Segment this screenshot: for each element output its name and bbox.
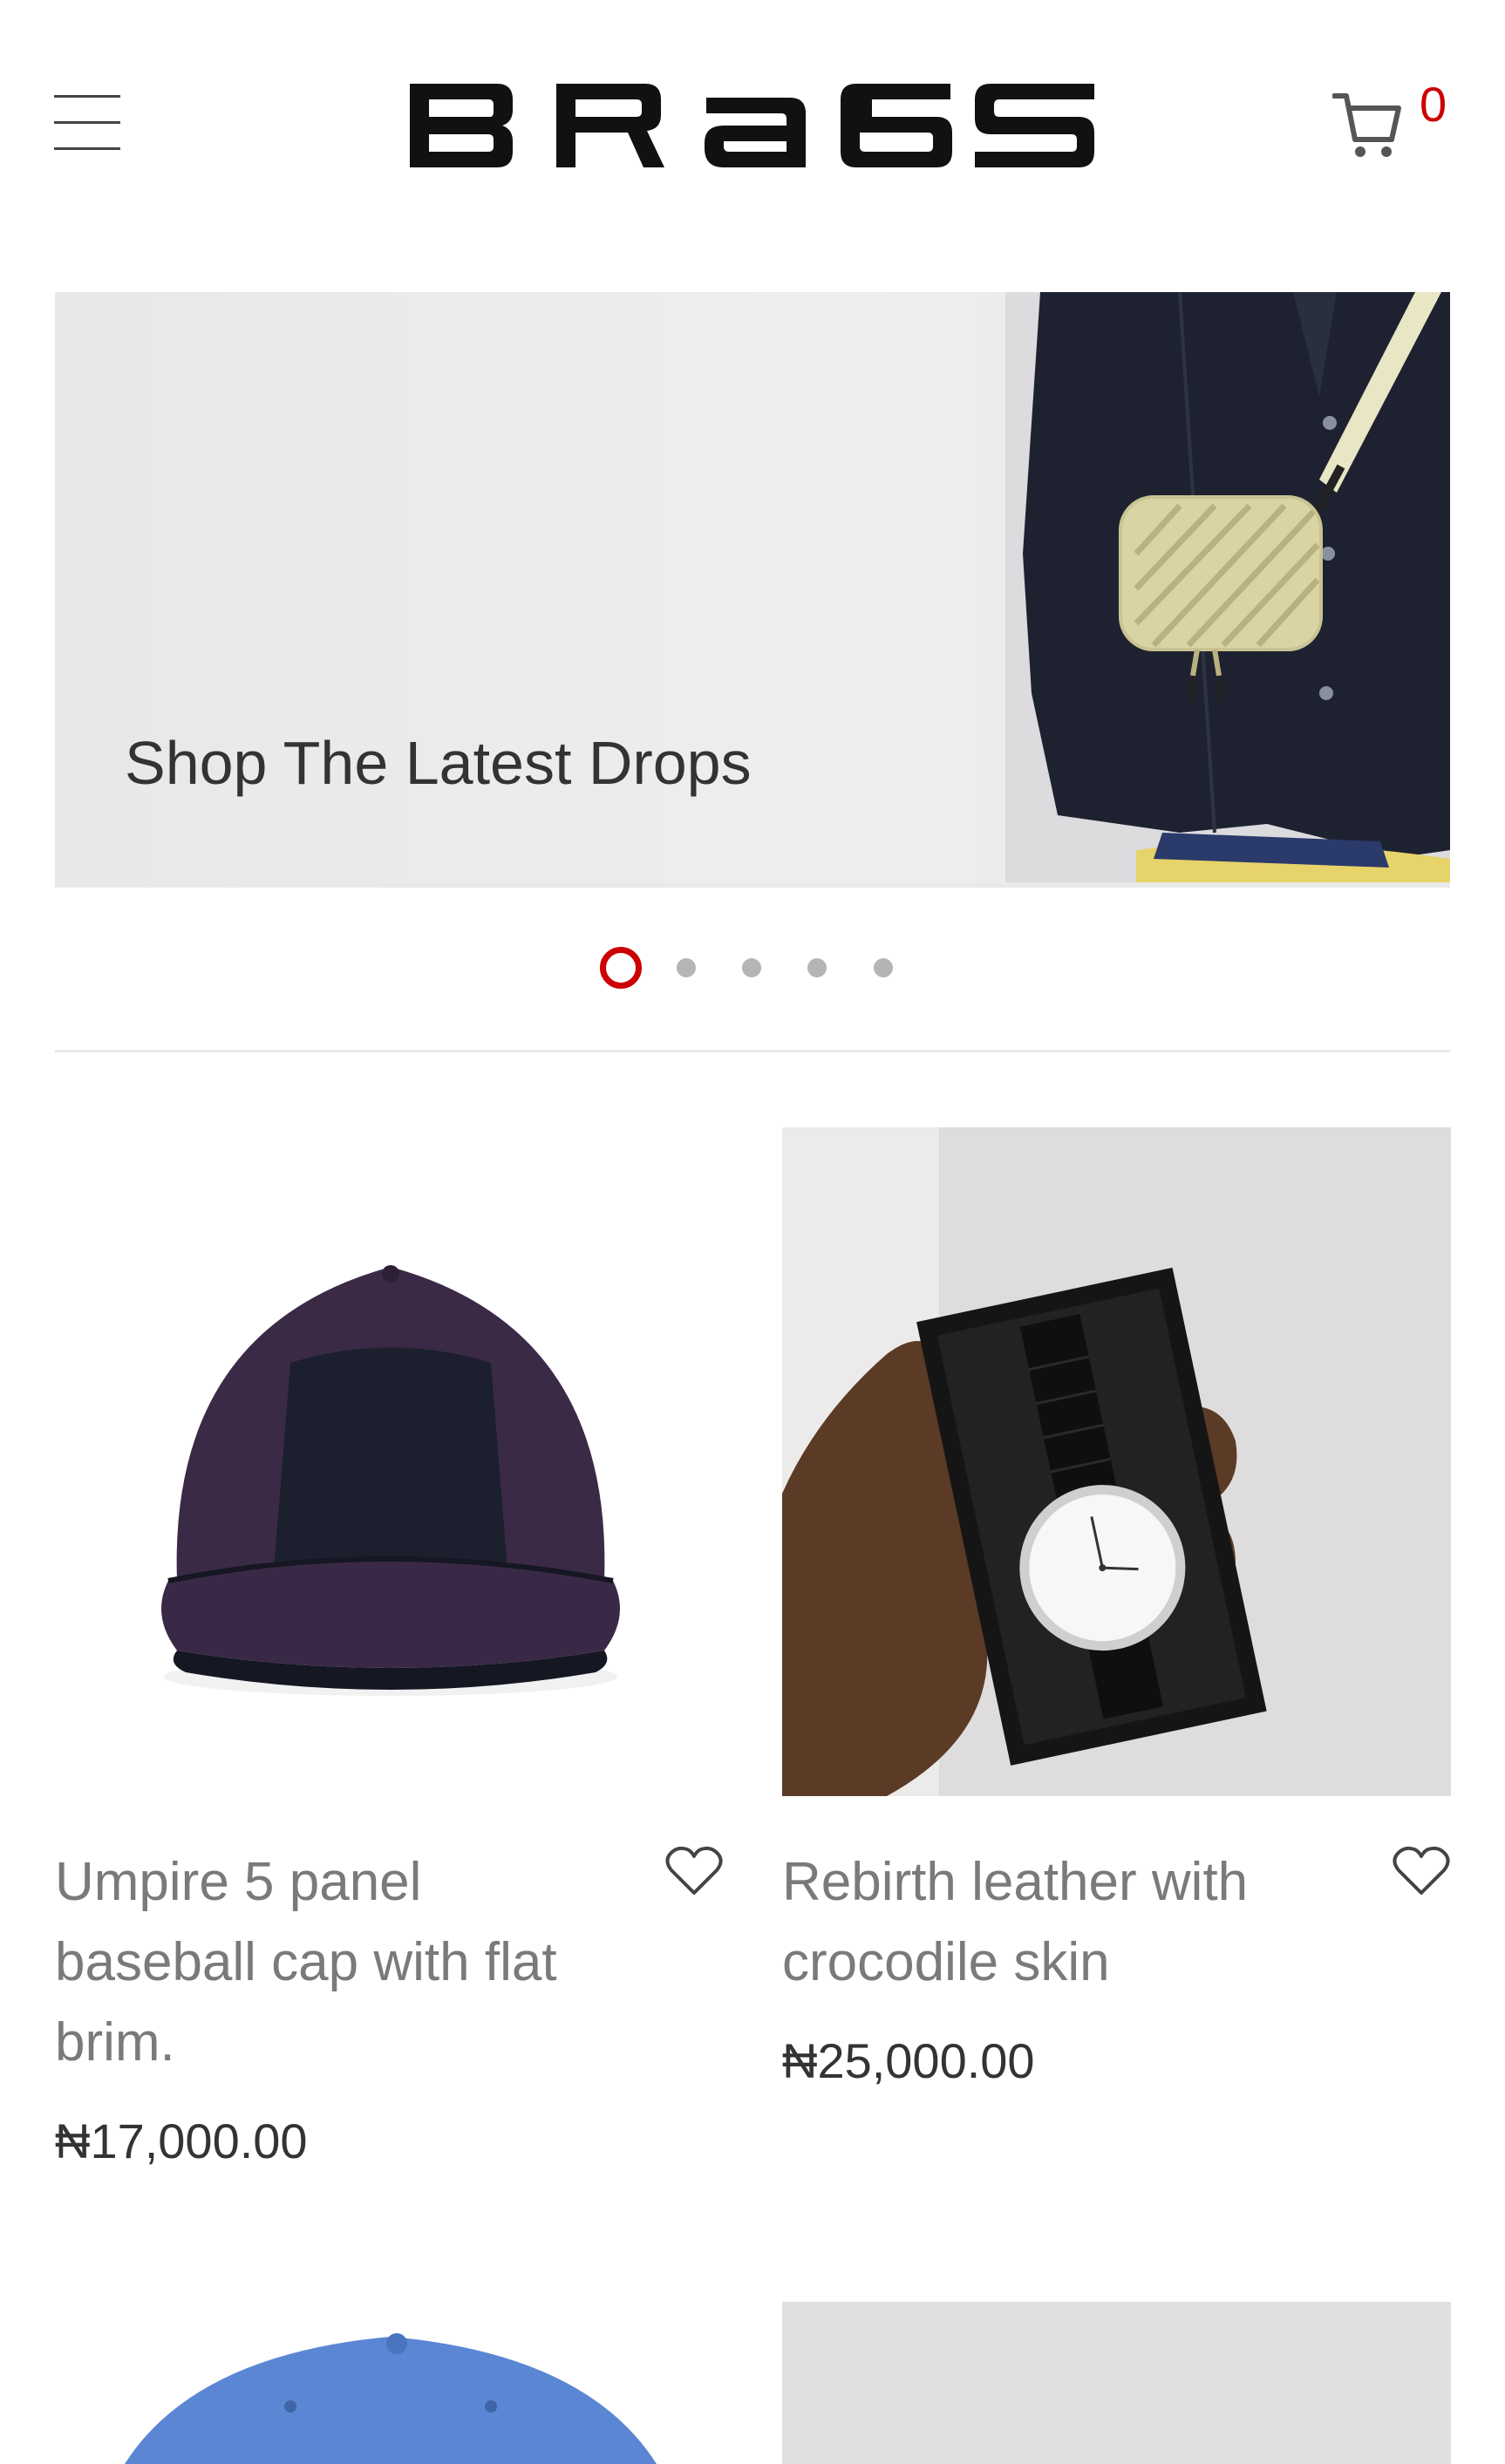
brags-logo[interactable] [410,80,1094,171]
hero-banner[interactable]: Shop The Latest Drops [55,292,1450,882]
product-name[interactable]: Rebirth leather with crocodile skin [782,1842,1340,2003]
product-image[interactable] [55,1127,724,1796]
carousel-dot-5[interactable] [874,958,893,977]
product-price: ₦25,000.00 [782,2033,1035,2088]
hamburger-menu-icon[interactable] [54,92,122,153]
heart-icon[interactable] [1392,1844,1451,1898]
hero-image [1005,292,1450,882]
product-image[interactable] [782,1127,1451,1796]
hero-title: Shop The Latest Drops [125,729,752,797]
header: 0 [0,0,1505,253]
carousel-dot-4[interactable] [807,958,827,977]
hero-divider [55,882,1450,888]
product-name[interactable]: Umpire 5 panel baseball cap with flat br… [55,1842,613,2083]
product-card[interactable] [782,2302,1451,2464]
carousel-dot-1[interactable] [600,947,642,989]
product-price: ₦17,000.00 [55,2113,308,2168]
page: 0 Shop The Latest Drops Umpire 5 panel b… [0,0,1505,2464]
product-card[interactable] [55,2302,724,2464]
section-divider [55,1050,1450,1052]
watch-image [782,1127,1451,1796]
cap-image [55,1127,724,1796]
carousel-dot-2[interactable] [677,958,696,977]
heart-icon[interactable] [664,1844,724,1898]
carousel-dots [0,946,1505,990]
product-image[interactable] [55,2302,724,2464]
product-image[interactable] [782,2302,1451,2464]
shopping-cart-icon [1332,93,1401,157]
carousel-dot-3[interactable] [742,958,761,977]
cart-button[interactable]: 0 [1332,80,1463,167]
cart-count-badge: 0 [1420,77,1447,132]
